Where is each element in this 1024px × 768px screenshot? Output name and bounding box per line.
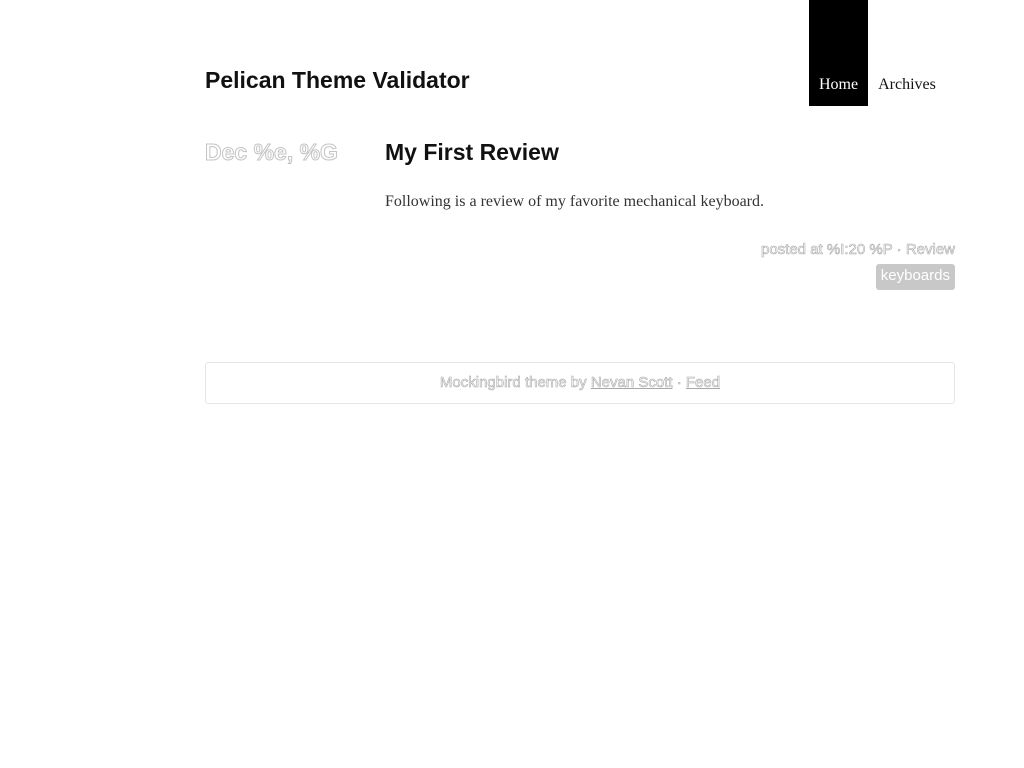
nav-item-home[interactable]: Home	[809, 0, 869, 106]
site-title[interactable]: Pelican Theme Validator	[205, 67, 470, 94]
footer-author-link[interactable]: Nevan Scott	[591, 374, 673, 392]
post-meta: posted at %I:20 %P · Review	[760, 241, 956, 259]
post-timestamp: posted at %I:20 %P	[760, 241, 893, 259]
footer: Mockingbird theme by Nevan Scott · Feed	[205, 362, 955, 404]
post-category-link[interactable]: Review	[906, 241, 956, 259]
tag-keyboards[interactable]: keyboards	[875, 264, 955, 290]
post-date: Dec %e, %G	[205, 139, 339, 166]
footer-credit: Mockingbird theme by	[439, 374, 591, 392]
post-summary: Following is a review of my favorite mec…	[385, 193, 764, 210]
footer-separator: ·	[672, 374, 686, 392]
nav-item-archives[interactable]: Archives	[868, 0, 946, 106]
main-nav: Home Archives	[809, 0, 946, 106]
footer-feed-link[interactable]: Feed	[686, 374, 721, 392]
post-title[interactable]: My First Review	[385, 139, 559, 166]
meta-separator: ·	[892, 241, 906, 259]
